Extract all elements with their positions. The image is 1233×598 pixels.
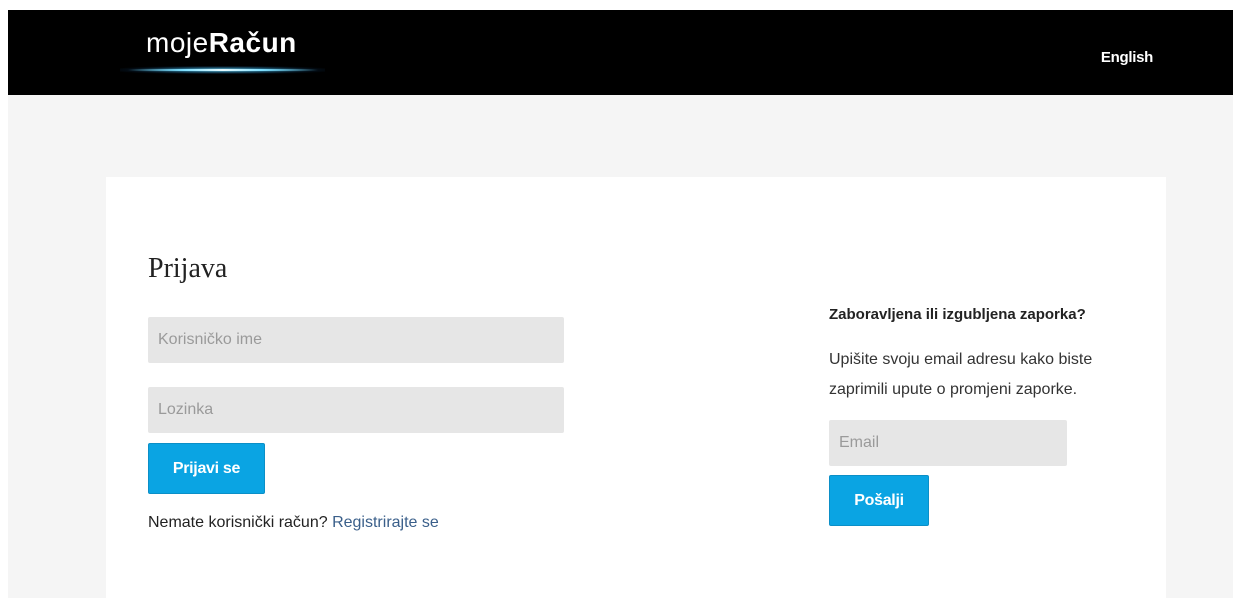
forgot-password-title: Zaboravljena ili izgubljena zaporka? bbox=[829, 306, 1086, 323]
login-card: Prijava Prijavi se Nemate korisnički rač… bbox=[106, 177, 1166, 598]
register-link[interactable]: Registrirajte se bbox=[332, 514, 439, 531]
brand-logo[interactable]: mojeRačun bbox=[146, 27, 297, 59]
top-header: mojeRačun English bbox=[8, 10, 1233, 95]
send-reset-button[interactable]: Pošalji bbox=[829, 475, 929, 526]
no-account-text: Nemate korisnički račun? bbox=[148, 514, 328, 531]
email-input[interactable] bbox=[829, 420, 1067, 466]
logo-text-bold: Račun bbox=[208, 27, 297, 58]
login-button[interactable]: Prijavi se bbox=[148, 443, 265, 494]
login-title: Prijava bbox=[148, 253, 228, 284]
logo-text-light: moje bbox=[146, 27, 209, 58]
language-switch-link[interactable]: English bbox=[1101, 49, 1153, 66]
forgot-password-description: Upišite svoju email adresu kako biste za… bbox=[829, 351, 1093, 398]
password-input[interactable] bbox=[148, 387, 564, 433]
logo-underline-decoration bbox=[128, 69, 318, 71]
register-prompt: Nemate korisnički račun? Registrirajte s… bbox=[148, 514, 439, 532]
username-input[interactable] bbox=[148, 317, 564, 363]
